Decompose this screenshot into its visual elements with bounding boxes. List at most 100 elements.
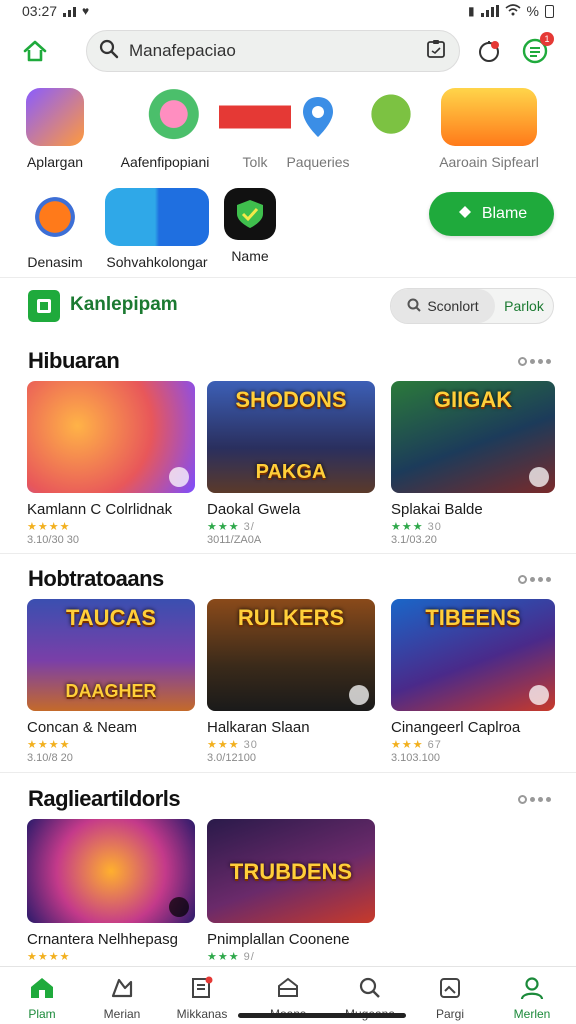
- rating-stars: ★★★★: [27, 521, 71, 533]
- app-item[interactable]: Aplargan: [0, 88, 110, 170]
- game-card[interactable]: TRUBDENS Pnimplallan Coonene ★★★ 9/: [207, 819, 375, 963]
- robot-app-icon: [26, 188, 84, 246]
- play-button-label: Blame: [481, 205, 528, 222]
- app-item[interactable]: Name: [195, 188, 305, 264]
- rating-stars: ★★★ 9/: [207, 951, 255, 963]
- nav-label: Plam: [28, 1007, 56, 1021]
- brand-logo-icon: [28, 290, 60, 322]
- battery-icon: [545, 4, 554, 18]
- nav-label: Merlen: [513, 1007, 551, 1021]
- game-thumbnail: TIBEENS: [391, 599, 555, 711]
- clipboard-icon[interactable]: [425, 38, 447, 65]
- expand-corner-icon: [169, 897, 189, 917]
- search-small-icon: [407, 298, 422, 315]
- expand-corner-icon: [529, 467, 549, 487]
- menu-icon[interactable]: 1: [520, 32, 554, 66]
- more-icon[interactable]: [518, 356, 552, 366]
- app-item[interactable]: Denasim: [0, 188, 110, 270]
- more-icon[interactable]: [518, 794, 552, 804]
- segment-parlok[interactable]: Parlok: [495, 298, 553, 314]
- search-bar[interactable]: Manafepaciao: [86, 30, 460, 72]
- apps-nav-icon: [189, 975, 215, 1001]
- game-title: Splakai Balde: [391, 501, 483, 518]
- green-creature-icon: [362, 88, 420, 146]
- nav-item-merian[interactable]: Merian: [82, 975, 162, 1021]
- top-header: Manafepaciao 1: [0, 28, 576, 74]
- game-meta: 3011/ZA0A: [207, 534, 262, 546]
- search-nav-icon: [357, 975, 383, 1001]
- play-button[interactable]: Blame: [429, 192, 554, 236]
- home-indicator[interactable]: [238, 1013, 406, 1018]
- search-icon: [99, 39, 119, 64]
- home-icon[interactable]: [18, 34, 52, 68]
- game-card[interactable]: Kamlann C Colrlidnak ★★★★ 3.10/30 30: [27, 381, 195, 546]
- game-meta: 3.10/30 30: [27, 534, 79, 546]
- signal-icon: [63, 5, 77, 17]
- art-title: GIIGAK: [433, 387, 513, 412]
- game-thumbnail: TRUBDENS: [207, 819, 375, 923]
- game-meta: 3.0/12100: [207, 752, 256, 764]
- gallery-nav-icon: [437, 975, 463, 1001]
- divider: [0, 772, 576, 773]
- game-card[interactable]: GIIGAK Splakai Balde ★★★ 30 3.1/03.20: [391, 381, 555, 546]
- rating-stars: ★★★★: [27, 739, 71, 751]
- game-title: Concan & Neam: [27, 719, 138, 736]
- character-app-icon: [26, 88, 84, 146]
- game-meta: 3.1/03.20: [391, 534, 437, 546]
- segment-sconlort[interactable]: Sconlort: [391, 289, 495, 323]
- play-hand-icon: [456, 203, 474, 226]
- game-card[interactable]: RULKERS Halkaran Slaan ★★★ 30 3.0/12100: [207, 599, 375, 764]
- nav-label: Mikkanas: [176, 1007, 228, 1021]
- nav-item-pargi[interactable]: Pargi: [410, 975, 490, 1021]
- nav-item-plam[interactable]: Plam: [2, 975, 82, 1021]
- divider: [0, 553, 576, 554]
- home-nav-icon: [29, 975, 55, 1001]
- segmented-control: Sconlort Parlok: [390, 288, 554, 324]
- game-title: Kamlann C Colrlidnak: [27, 501, 173, 518]
- game-thumbnail: [27, 381, 195, 493]
- notification-icon[interactable]: [474, 36, 504, 66]
- game-card[interactable]: TAUCAS DAAGHER Concan & Neam ★★★★ 3.10/8…: [27, 599, 195, 764]
- game-thumbnail: SHODONS PAKGA: [207, 381, 375, 493]
- nav-item-mikkanas[interactable]: Mikkanas: [162, 975, 242, 1021]
- store-nav-icon: [275, 975, 301, 1001]
- game-card[interactable]: Crnantera Nelhhepasg ★★★★: [27, 819, 195, 963]
- art-title: TAUCAS: [65, 605, 157, 630]
- section-title: Hibuaran: [28, 348, 120, 373]
- game-thumbnail: [27, 819, 195, 923]
- app-label: Paqueries: [286, 154, 350, 170]
- art-title: RULKERS: [237, 605, 345, 630]
- wifi-icon: [505, 3, 521, 19]
- art-subtitle: DAAGHER: [65, 681, 157, 701]
- nav-label: Pargi: [435, 1007, 464, 1021]
- heart-icon: ♥: [82, 4, 90, 18]
- art-title: TRUBDENS: [229, 859, 353, 884]
- game-card[interactable]: TIBEENS Cinangeerl Caplroa ★★★ 67 3.103.1…: [391, 599, 555, 764]
- search-input[interactable]: Manafepaciao: [129, 41, 425, 61]
- game-title: Crnantera Nelhhepasg: [27, 931, 178, 948]
- status-time: 03:27: [22, 3, 58, 19]
- more-icon[interactable]: [518, 574, 552, 584]
- art-subtitle: PAKGA: [255, 461, 327, 483]
- game-title: Halkaran Slaan: [207, 719, 310, 736]
- nav-label: Merian: [103, 1007, 141, 1021]
- cell-signal-icon: [480, 5, 499, 17]
- app-label: Aplargan: [26, 154, 84, 170]
- expand-corner-icon: [529, 685, 549, 705]
- game-card[interactable]: SHODONS PAKGA Daokal Gwela ★★★ 3/ 3011/ZA…: [207, 381, 375, 546]
- map-nav-icon: [109, 975, 135, 1001]
- app-item[interactable]: Aaroain Sipfearl: [434, 88, 544, 170]
- game-meta: 3.103.100: [391, 752, 440, 764]
- game-title: Pnimplallan Coonene: [207, 931, 350, 948]
- game-title: Cinangeerl Caplroa: [391, 719, 521, 736]
- fruit-app-icon: [121, 88, 209, 146]
- notification-badge: 1: [540, 32, 554, 46]
- game-meta: 3.10/8 20: [27, 752, 73, 764]
- app-item[interactable]: [336, 88, 446, 146]
- game-title: Daokal Gwela: [207, 501, 301, 518]
- vibrate-icon: ▮: [467, 4, 475, 18]
- nav-item-merlen[interactable]: Merlen: [492, 975, 572, 1021]
- brand-name: Kanlepipam: [70, 294, 178, 315]
- shield-app-icon: [224, 188, 276, 240]
- battery-label: %: [526, 3, 539, 19]
